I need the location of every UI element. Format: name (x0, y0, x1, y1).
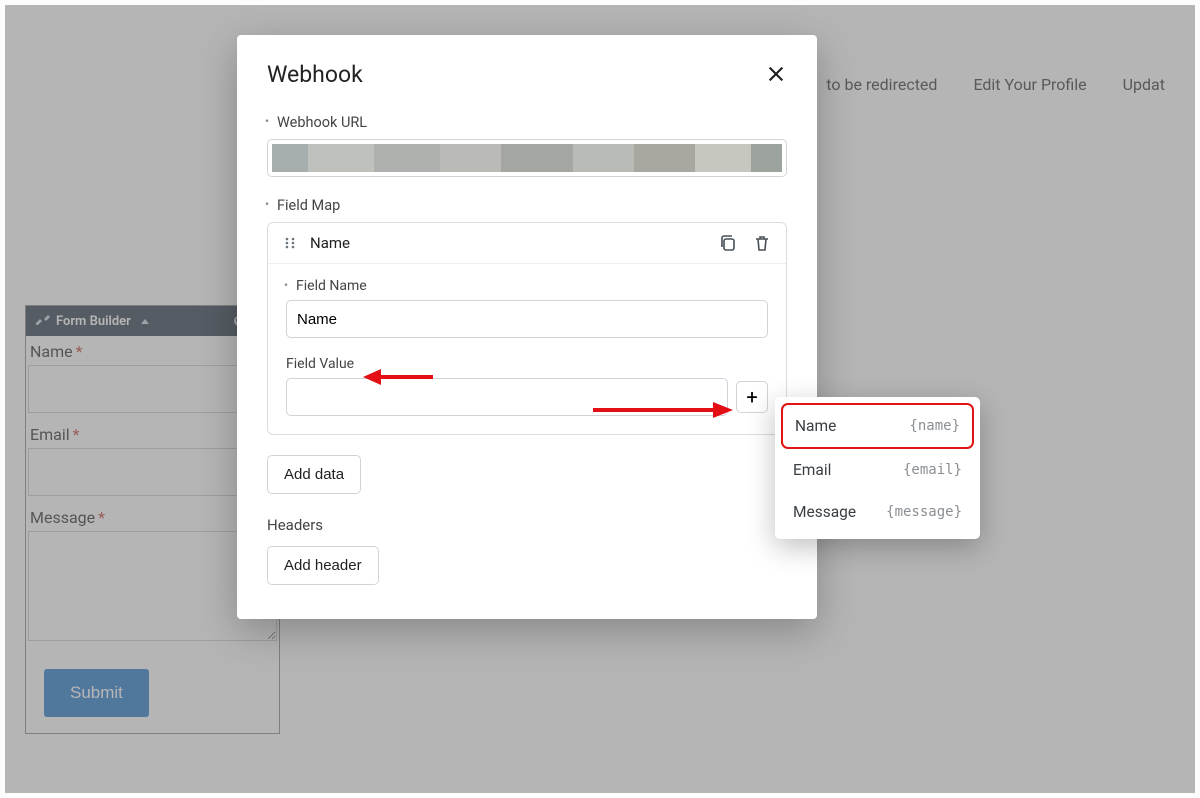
popover-item-email[interactable]: Email {email} (781, 449, 974, 491)
add-token-button[interactable]: + (736, 381, 768, 413)
headers-label: Headers (267, 516, 787, 534)
token-popover: Name {name} Email {email} Message {messa… (775, 397, 980, 539)
popover-item-message[interactable]: Message {message} (781, 491, 974, 533)
field-name-label: Field Name (286, 278, 768, 294)
webhook-url-label: Webhook URL (267, 114, 787, 131)
popover-item-name[interactable]: Name {name} (781, 403, 974, 449)
map-item-name: Name (310, 234, 718, 252)
close-icon[interactable] (765, 64, 787, 86)
duplicate-icon[interactable] (718, 233, 738, 253)
modal-title: Webhook (267, 61, 363, 88)
webhook-url-input[interactable] (267, 139, 787, 177)
field-value-label: Field Value (286, 356, 768, 372)
field-name-input[interactable] (286, 300, 768, 338)
redacted-url (272, 144, 782, 172)
annotation-arrow-icon (363, 366, 433, 388)
drag-handle-icon[interactable] (282, 235, 298, 251)
add-data-button[interactable]: Add data (267, 455, 361, 494)
annotation-arrow-icon (593, 399, 733, 421)
field-map-header: Name (268, 223, 786, 264)
webhook-modal: Webhook Webhook URL Field Map Name (237, 35, 817, 619)
plus-icon: + (746, 385, 757, 409)
field-map-label: Field Map (267, 197, 787, 214)
trash-icon[interactable] (752, 233, 772, 253)
add-header-button[interactable]: Add header (267, 546, 379, 585)
